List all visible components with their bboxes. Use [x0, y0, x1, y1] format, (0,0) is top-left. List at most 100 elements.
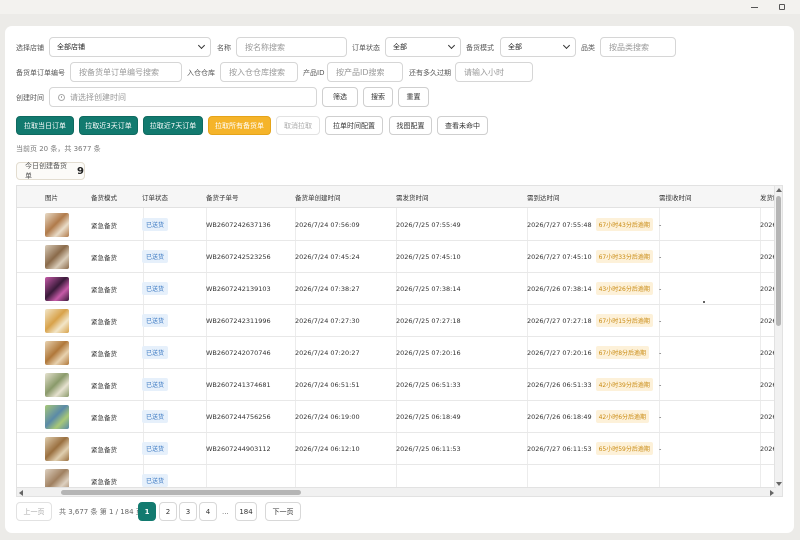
product-thumbnail[interactable] [45, 437, 69, 461]
minimize-icon[interactable] [740, 0, 768, 14]
page-4-button[interactable]: 4 [199, 502, 217, 521]
reset-button[interactable]: 重置 [398, 87, 429, 107]
pickup-time-cell: - [659, 316, 662, 325]
sub-order-no-cell: WB2607242311996 [206, 316, 271, 325]
stock-mode-cell: 紧急备货 [91, 285, 117, 294]
product-thumbnail[interactable] [45, 245, 69, 269]
column-header[interactable]: 备货单创建时间 [295, 186, 341, 208]
page-3-button[interactable]: 3 [179, 502, 197, 521]
pickup-time-cell: - [659, 348, 662, 357]
page-2-button[interactable]: 2 [159, 502, 177, 521]
sub-order-no-cell: WB2607242070746 [206, 348, 271, 357]
maximize-icon[interactable] [768, 0, 796, 14]
overdue-badge: 67小时43分后逾期 [595, 218, 653, 231]
overdue-badge: 65小时59分后逾期 [595, 442, 653, 455]
order-status-value: 全部 [393, 43, 407, 51]
stock-mode-select[interactable]: 全部 [500, 37, 576, 57]
scroll-down-icon[interactable] [776, 482, 782, 486]
stock-mode-cell: 紧急备货 [91, 445, 117, 454]
column-header[interactable]: 需发货时间 [396, 186, 429, 208]
horizontal-scroll-thumb[interactable] [61, 490, 301, 495]
arrive-by-cell: 2026/7/27 07:20:16 [527, 348, 592, 357]
column-header[interactable]: 需揽收时间 [659, 186, 692, 208]
table-row[interactable]: 紧急备货 已送货 WB2607242523256 2026/7/24 07:45:24… [17, 241, 782, 273]
table-row[interactable]: 紧急备货 已送货 WB2607242070746 2026/7/24 07:20:27… [17, 337, 782, 369]
today-created-count: 9 [77, 165, 84, 177]
cancel-pull-button[interactable]: 取消拉取 [276, 116, 320, 135]
column-header[interactable]: 备货模式 [91, 186, 117, 208]
pull-all-button[interactable]: 拉取所有备货单 [208, 116, 271, 135]
column-header[interactable]: 备货子单号 [206, 186, 239, 208]
pickup-time-cell: - [659, 220, 662, 229]
order-no-label: 备货单订单编号 [16, 69, 65, 77]
page-1-button[interactable]: 1 [138, 502, 156, 521]
orders-table: 图片 备货模式 订单状态 备货子单号 备货单创建时间 需发货时间 需到达时间 需… [16, 185, 783, 497]
category-label: 品类 [581, 44, 595, 52]
expire-input[interactable]: 请输入小时 [455, 62, 533, 82]
vertical-scroll-thumb[interactable] [776, 196, 781, 326]
category-input[interactable]: 按品类搜索 [600, 37, 676, 57]
status-badge: 已送货 [142, 218, 169, 231]
created-time-placeholder: 请选择创建时间 [70, 92, 126, 102]
scroll-right-icon[interactable] [770, 490, 774, 496]
scroll-left-icon[interactable] [19, 490, 23, 496]
created-time-picker[interactable]: 请选择创建时间 [49, 87, 317, 107]
pickup-time-cell: - [659, 412, 662, 421]
shop-select-value: 全部店铺 [57, 43, 85, 51]
stock-mode-cell: 紧急备货 [91, 413, 117, 422]
check-miss-button[interactable]: 查看未命中 [437, 116, 488, 135]
prev-page-button[interactable]: 上一页 [16, 502, 52, 521]
pull-today-button[interactable]: 拉取当日订单 [16, 116, 74, 135]
table-row[interactable]: 紧急备货 已送货 WB2607242311996 2026/7/24 07:27:30… [17, 305, 782, 337]
next-page-button[interactable]: 下一页 [265, 502, 301, 521]
name-label: 名称 [217, 44, 231, 52]
warehouse-label: 入仓仓库 [187, 69, 215, 77]
pager-ellipsis: ... [222, 507, 229, 516]
product-thumbnail[interactable] [45, 405, 69, 429]
order-no-input[interactable]: 按备货单订单编号搜索 [70, 62, 182, 82]
scroll-up-icon[interactable] [776, 188, 782, 192]
page-last-button[interactable]: 184 [235, 502, 257, 521]
table-row[interactable]: 紧急备货 已送货 WB2607242139103 2026/7/24 07:38:27… [17, 273, 782, 305]
product-thumbnail[interactable] [45, 341, 69, 365]
table-row[interactable]: 紧急备货 已送货 WB2607244756256 2026/7/24 06:19:00… [17, 401, 782, 433]
column-header[interactable]: 图片 [45, 186, 58, 208]
sub-order-no-cell: WB2607242139103 [206, 284, 271, 293]
status-badge: 已送货 [142, 314, 169, 327]
pull-7d-button[interactable]: 拉取近7天订单 [143, 116, 203, 135]
pickup-time-cell: - [659, 284, 662, 293]
table-row[interactable]: 紧急备货 已送货 WB2607244903112 2026/7/24 06:12:10… [17, 433, 782, 465]
shop-select[interactable]: 全部店铺 [49, 37, 211, 57]
arrive-by-cell: 2026/7/27 07:55:48 [527, 220, 592, 229]
table-row[interactable]: 紧急备货 已送货 WB2607241374681 2026/7/24 06:51:51… [17, 369, 782, 401]
product-thumbnail[interactable] [45, 373, 69, 397]
order-status-select[interactable]: 全部 [385, 37, 461, 57]
stock-mode-cell: 紧急备货 [91, 221, 117, 230]
find-image-config-button[interactable]: 找图配置 [389, 116, 432, 135]
warehouse-input[interactable]: 按入仓仓库搜索 [220, 62, 298, 82]
product-id-label: 产品ID [303, 69, 325, 77]
table-row[interactable]: 紧急备货 已送货 WB2607242637136 2026/7/24 07:56:09… [17, 209, 782, 241]
status-badge: 已送货 [142, 250, 169, 263]
sub-order-no-cell: WB2607242523256 [206, 252, 271, 261]
table-header: 图片 备货模式 订单状态 备货子单号 备货单创建时间 需发货时间 需到达时间 需… [17, 186, 782, 208]
ship-by-cell: 2026/7/25 07:38:14 [396, 284, 461, 293]
product-thumbnail[interactable] [45, 309, 69, 333]
overdue-badge: 42小时6分后逾期 [595, 410, 650, 423]
overdue-badge: 42小时39分后逾期 [595, 378, 653, 391]
vertical-scrollbar[interactable] [774, 186, 782, 496]
product-id-input[interactable]: 按产品ID搜索 [327, 62, 403, 82]
overdue-badge: 67小时8分后逾期 [595, 346, 650, 359]
filter-button[interactable]: 筛选 [322, 87, 358, 107]
search-button[interactable]: 搜索 [363, 87, 393, 107]
column-header[interactable]: 订单状态 [142, 186, 168, 208]
pull-time-config-button[interactable]: 拉单时间配置 [325, 116, 383, 135]
stock-mode-cell: 紧急备货 [91, 317, 117, 326]
pull-3d-button[interactable]: 拉取近3天订单 [79, 116, 138, 135]
product-thumbnail[interactable] [45, 213, 69, 237]
name-input[interactable]: 按名称搜索 [236, 37, 347, 57]
product-thumbnail[interactable] [45, 277, 69, 301]
column-header[interactable]: 需到达时间 [527, 186, 560, 208]
arrive-by-cell: 2026/7/27 06:11:53 [527, 444, 592, 453]
horizontal-scrollbar[interactable] [17, 487, 776, 496]
